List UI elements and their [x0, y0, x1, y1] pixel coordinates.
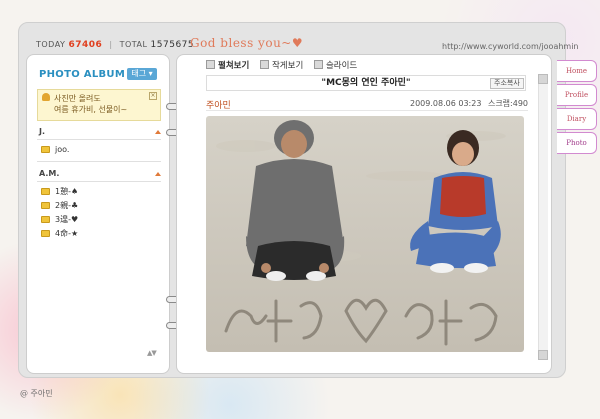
photo-album-sidebar: PHOTO ALBUM 태그 ▾ × 사진만 올려도 여름 휴가비, 선물이~ …: [26, 54, 170, 374]
folder-icon: [41, 146, 50, 153]
collapse-icon[interactable]: [155, 172, 161, 176]
collapse-icon[interactable]: [155, 130, 161, 134]
homepage-url[interactable]: http://www.cyworld.com/jooahmin: [442, 42, 579, 51]
grid-view-icon: [259, 60, 269, 69]
scroll-up-button[interactable]: [538, 74, 548, 84]
folder-group-title[interactable]: A.M.: [39, 169, 59, 178]
folder-icon: [41, 230, 50, 237]
tag-button-label: 태그: [131, 69, 147, 78]
folder-icon: [41, 188, 50, 195]
view-slide-button[interactable]: 슬라이드: [313, 59, 358, 71]
scroll-down-button[interactable]: [538, 350, 548, 360]
folder-group-title[interactable]: J.: [39, 127, 45, 136]
scrap-label: 스크랩: [487, 99, 511, 108]
view-option-label: 작게보기: [271, 61, 304, 71]
close-icon[interactable]: ×: [149, 92, 157, 100]
tab-profile[interactable]: Profile: [557, 84, 597, 106]
post-meta: 2009.08.06 03:23 스크랩:490: [410, 98, 528, 109]
divider: [37, 181, 161, 182]
post-photo[interactable]: [206, 116, 524, 352]
folder-icon: [41, 202, 50, 209]
post-title: "MC몽의 연인 주아민": [206, 75, 526, 91]
folder-label: 3遑-♥: [55, 215, 79, 224]
view-option-label: 슬라이드: [325, 61, 358, 71]
homepage-tagline: God bless you~♥: [190, 36, 304, 50]
tab-diary[interactable]: Diary: [557, 108, 597, 130]
expand-view-icon: [206, 60, 215, 69]
signature: @ 주아민: [20, 389, 53, 398]
notice-banner[interactable]: × 사진만 올려도 여름 휴가비, 선물이~: [37, 89, 161, 121]
copy-address-button[interactable]: 주소복사: [490, 78, 524, 89]
view-option-label: 펼쳐보기: [218, 61, 250, 71]
total-label: TOTAL: [119, 40, 148, 49]
counter-separator: |: [109, 40, 113, 49]
content-scrollbar[interactable]: [538, 74, 548, 360]
folder-item[interactable]: 1憩-♠: [41, 187, 78, 197]
folder-label: joo.: [55, 145, 70, 154]
album-title: PHOTO ALBUM: [39, 69, 126, 80]
folder-icon: [41, 216, 50, 223]
total-count: 1575675: [150, 40, 195, 50]
visitor-counter: TODAY 67406 | TOTAL 1575675: [36, 40, 194, 50]
divider: [37, 139, 161, 140]
tab-photo[interactable]: Photo: [557, 132, 597, 154]
notice-line-2: 여름 휴가비, 선물이~: [54, 105, 128, 114]
today-label: TODAY: [36, 40, 66, 49]
folder-label: 1憩-♠: [55, 187, 79, 196]
notice-line-1: 사진만 올려도: [54, 94, 101, 103]
scrap-count: 490: [512, 99, 529, 108]
tag-button[interactable]: 태그 ▾: [127, 68, 157, 80]
view-small-button[interactable]: 작게보기: [259, 59, 304, 71]
folder-label: 4命-★: [55, 229, 79, 238]
folder-label: 2親-♣: [55, 201, 79, 210]
folder-item[interactable]: 3遑-♥: [41, 215, 78, 225]
slideshow-icon: [313, 60, 323, 69]
divider: [206, 110, 528, 111]
beach-photo-image: [206, 116, 524, 352]
folder-item[interactable]: 4命-★: [41, 229, 78, 239]
folder-item[interactable]: 2親-♣: [41, 201, 78, 211]
divider: [37, 161, 161, 162]
post-date: 2009.08.06 03:23: [410, 99, 482, 108]
tab-home[interactable]: Home: [557, 60, 597, 82]
scroll-arrows-icon[interactable]: ▲▼: [147, 349, 157, 357]
today-count: 67406: [68, 40, 103, 50]
folder-item[interactable]: joo.: [41, 145, 69, 155]
view-options: 펼쳐보기 작게보기 슬라이드: [206, 59, 365, 71]
bell-icon: [42, 93, 50, 101]
view-expand-button[interactable]: 펼쳐보기: [206, 59, 249, 71]
